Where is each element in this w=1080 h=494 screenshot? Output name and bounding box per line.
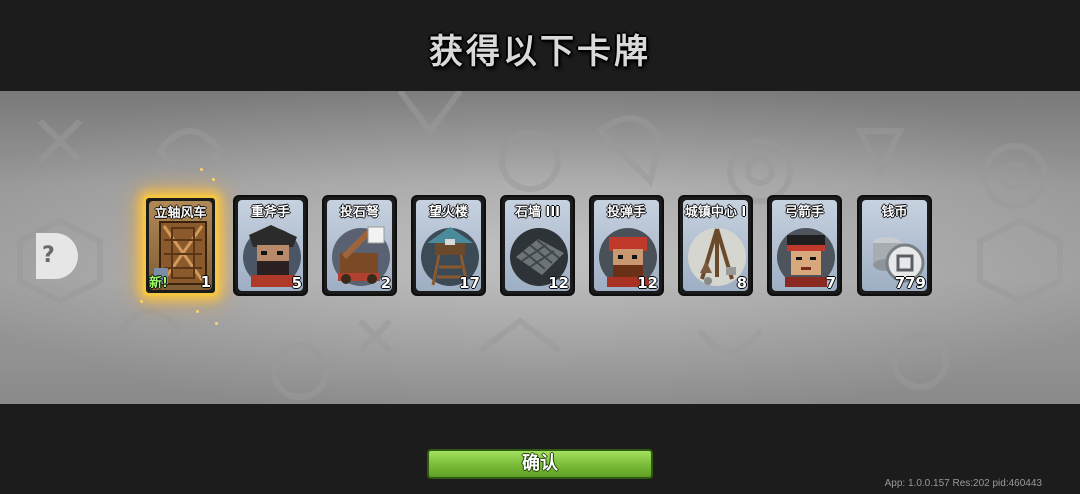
card-count: 1 [200, 273, 211, 291]
card-count: 17 [459, 274, 480, 292]
card-count: 12 [637, 274, 658, 292]
sparkle [200, 168, 203, 171]
sparkle [215, 322, 218, 325]
card-name: 投石弩 [339, 205, 379, 220]
confirm-button[interactable]: 确认 [427, 449, 653, 479]
sparkle [196, 310, 199, 313]
card-count: 5 [291, 274, 302, 292]
card-count: 7 [825, 274, 836, 292]
card-list: 立轴风车 新! 1 重斧手 5 投石弩 2 望火楼 17 石墙 III 12 投… [0, 0, 1080, 494]
card-name: 弓箭手 [784, 205, 824, 220]
card-stone-wall[interactable]: 石墙 III 12 [500, 195, 575, 296]
card-town-center[interactable]: 城镇中心 I 8 [678, 195, 753, 296]
version-info: App: 1.0.0.157 Res:202 pid:460443 [884, 478, 1042, 489]
card-name: 城镇中心 I [684, 205, 747, 220]
card-count: 8 [736, 274, 747, 292]
card-name: 重斧手 [250, 205, 290, 220]
card-count: 2 [380, 274, 391, 292]
card-name: 投弹手 [606, 205, 646, 220]
card-name: 望火楼 [428, 205, 468, 220]
sparkle [140, 300, 143, 303]
card-count: 779 [894, 274, 926, 292]
card-catapult[interactable]: 投石弩 2 [322, 195, 397, 296]
card-name: 钱币 [881, 205, 908, 220]
card-archer[interactable]: 弓箭手 7 [767, 195, 842, 296]
card-name: 立轴风车 [154, 206, 207, 221]
card-count: 12 [548, 274, 569, 292]
sparkle [212, 178, 215, 181]
card-coin[interactable]: 钱币 779 [857, 195, 932, 296]
new-badge: 新! [149, 276, 168, 291]
card-bomber[interactable]: 投弹手 12 [589, 195, 664, 296]
card-name: 石墙 III [514, 205, 561, 220]
card-windmill[interactable]: 立轴风车 新! 1 [143, 195, 218, 296]
card-axeman[interactable]: 重斧手 5 [233, 195, 308, 296]
card-watchtower[interactable]: 望火楼 17 [411, 195, 486, 296]
